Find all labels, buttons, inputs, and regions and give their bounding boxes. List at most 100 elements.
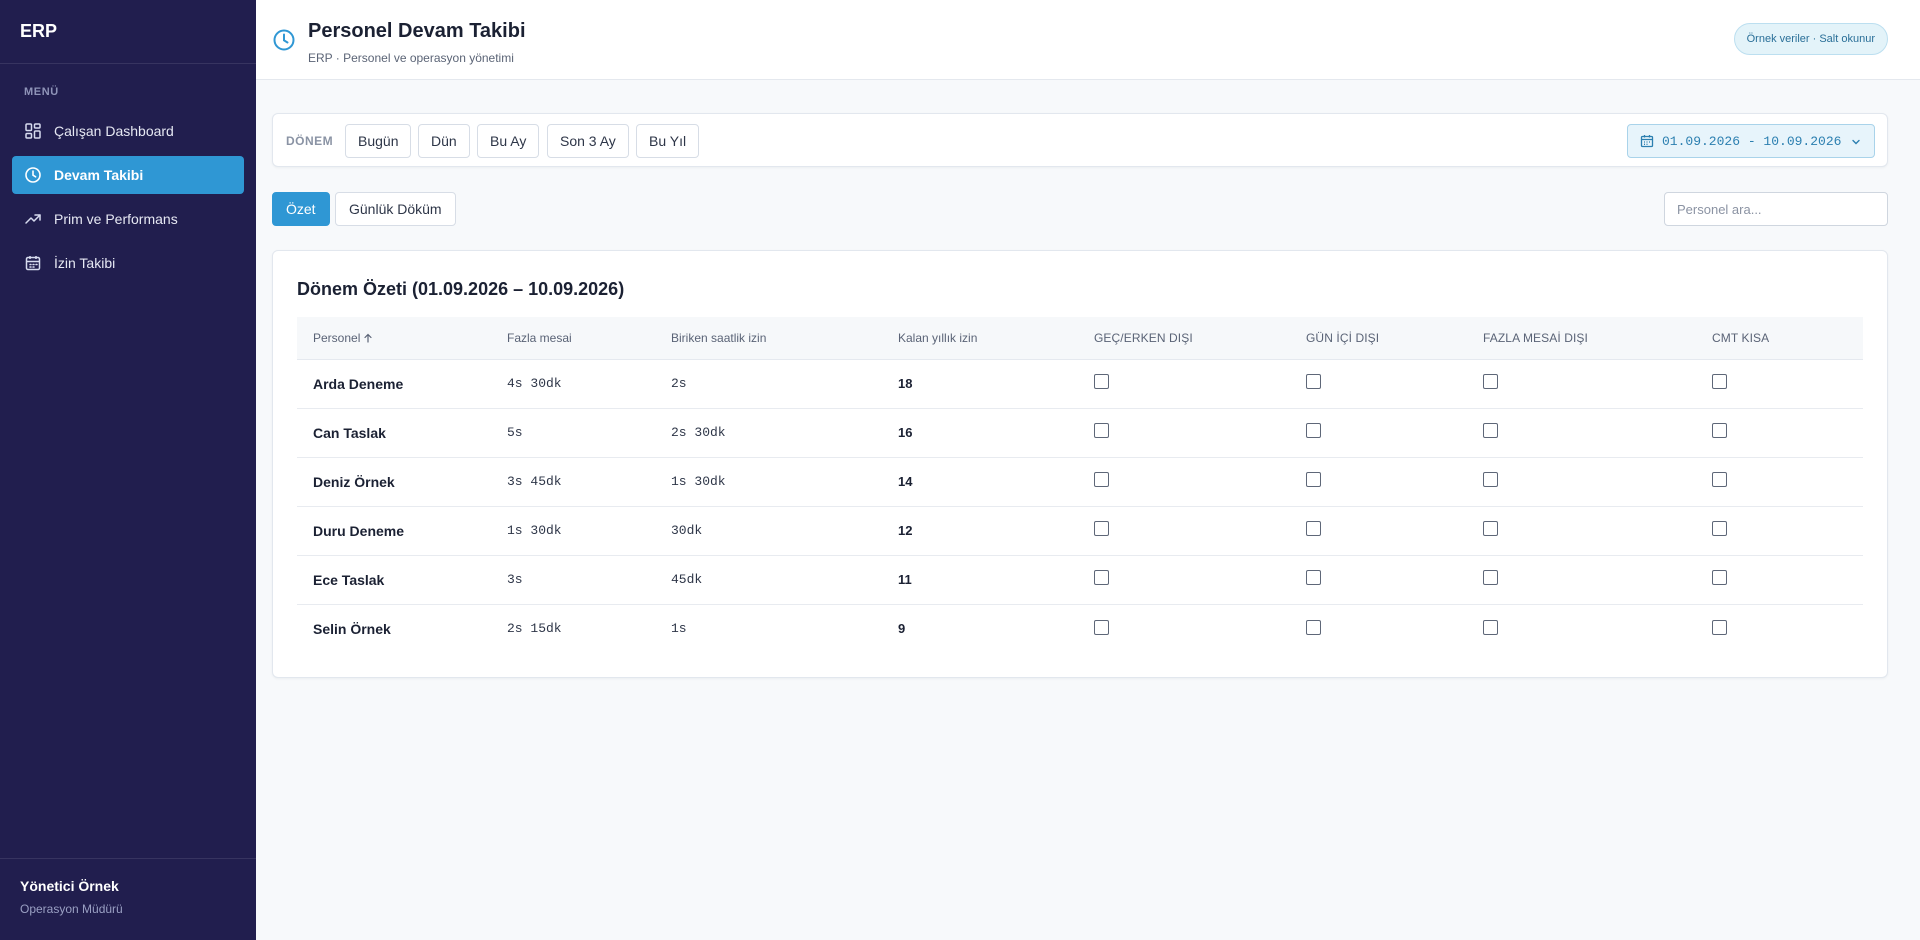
overtime-exempt-cell: [1483, 408, 1712, 458]
hourly-leave-value: 2s: [671, 359, 898, 409]
column-header-label: Personel: [313, 330, 361, 345]
sidebar-item-attendance[interactable]: Devam Takibi: [12, 156, 244, 194]
intraday-exempt-checkbox[interactable]: [1306, 374, 1321, 390]
period-button-last-3-months[interactable]: Son 3 Ay: [547, 124, 629, 158]
sidebar: ERP MENÜ Çalışan Dashboard Devam Takibi …: [0, 0, 256, 940]
read-only-badge: Örnek veriler · Salt okunur: [1733, 23, 1888, 55]
intraday-exempt-cell: [1306, 408, 1483, 458]
column-header-intraday-exempt[interactable]: GÜN İÇİ DIŞI: [1306, 317, 1483, 360]
hourly-leave-value: 1s 30dk: [671, 457, 898, 507]
overtime-exempt-checkbox[interactable]: [1483, 472, 1498, 488]
tab-summary[interactable]: Özet: [272, 192, 330, 226]
saturday-short-cell: [1712, 555, 1863, 605]
overtime-exempt-checkbox[interactable]: [1483, 374, 1498, 390]
sidebar-item-employee-dashboard[interactable]: Çalışan Dashboard: [12, 112, 244, 150]
late-early-exempt-checkbox[interactable]: [1094, 619, 1109, 635]
annual-leave-value: 11: [898, 555, 1094, 605]
annual-leave-value: 16: [898, 408, 1094, 458]
saturday-short-checkbox[interactable]: [1712, 570, 1727, 586]
annual-leave-value: 18: [898, 359, 1094, 409]
table-row: Arda Deneme 4s 30dk 2s 18: [297, 359, 1863, 409]
personnel-name: Can Taslak: [297, 408, 507, 458]
late-early-exempt-checkbox[interactable]: [1094, 374, 1109, 390]
overtime-exempt-checkbox[interactable]: [1483, 423, 1498, 439]
personnel-name: Duru Deneme: [297, 506, 507, 556]
period-button-today[interactable]: Bugün: [345, 124, 412, 158]
clock-icon: [272, 28, 296, 52]
column-header-late-early-exempt[interactable]: GEÇ/ERKEN DIŞI: [1094, 317, 1306, 360]
overtime-value: 3s 45dk: [507, 457, 671, 507]
overtime-exempt-cell: [1483, 457, 1712, 507]
overtime-value: 2s 15dk: [507, 621, 562, 637]
personnel-name: Selin Örnek: [313, 620, 391, 637]
late-early-exempt-cell: [1094, 408, 1306, 458]
overtime-exempt-checkbox[interactable]: [1483, 521, 1498, 537]
late-early-exempt-checkbox[interactable]: [1094, 570, 1109, 586]
overtime-exempt-cell: [1483, 555, 1712, 605]
period-button-this-year[interactable]: Bu Yıl: [636, 124, 700, 158]
tab-daily-breakdown[interactable]: Günlük Döküm: [335, 192, 456, 226]
saturday-short-checkbox[interactable]: [1712, 521, 1727, 537]
late-early-exempt-checkbox[interactable]: [1094, 472, 1109, 488]
period-label: DÖNEM: [286, 134, 334, 148]
period-summary-card: Dönem Özeti (01.09.2026 – 10.09.2026) Pe…: [272, 250, 1888, 678]
sidebar-item-bonus-performance[interactable]: Prim ve Performans: [12, 200, 244, 238]
period-filter-bar: DÖNEM Bugün Dün Bu Ay Son 3 Ay Bu Yıl 01…: [272, 113, 1888, 167]
saturday-short-checkbox[interactable]: [1712, 472, 1727, 488]
intraday-exempt-checkbox[interactable]: [1306, 423, 1321, 439]
intraday-exempt-checkbox[interactable]: [1306, 521, 1321, 537]
trending-up-icon: [24, 210, 42, 228]
late-early-exempt-cell: [1094, 359, 1306, 409]
intraday-exempt-checkbox[interactable]: [1306, 472, 1321, 488]
table-row: Ece Taslak 3s 45dk 11: [297, 555, 1863, 605]
saturday-short-checkbox[interactable]: [1712, 619, 1727, 635]
saturday-short-cell: [1712, 506, 1863, 556]
sidebar-item-label: Çalışan Dashboard: [54, 123, 174, 139]
late-early-exempt-checkbox[interactable]: [1094, 423, 1109, 439]
hourly-leave-value: 1s: [671, 621, 687, 637]
annual-leave-value: 14: [898, 457, 1094, 507]
sort-ascending-icon: [363, 332, 373, 343]
late-early-exempt-cell: [1094, 506, 1306, 556]
user-profile[interactable]: Yönetici Örnek Operasyon Müdürü: [0, 858, 256, 940]
chevron-down-icon: [1850, 136, 1862, 148]
intraday-exempt-checkbox[interactable]: [1306, 619, 1321, 635]
column-header-personnel[interactable]: Personel: [297, 317, 507, 360]
column-header-overtime[interactable]: Fazla mesai: [507, 317, 671, 360]
search-input[interactable]: [1664, 192, 1888, 226]
sidebar-item-leave-tracking[interactable]: İzin Takibi: [12, 244, 244, 282]
period-button-yesterday[interactable]: Dün: [418, 124, 470, 158]
column-header-overtime-exempt[interactable]: FAZLA MESAİ DIŞI: [1483, 317, 1712, 360]
late-early-exempt-checkbox[interactable]: [1094, 521, 1109, 537]
calendar-icon: [24, 254, 42, 272]
overtime-exempt-cell: [1483, 604, 1712, 653]
column-header-saturday-short[interactable]: CMT KISA: [1712, 317, 1863, 360]
brand-logo[interactable]: ERP: [0, 0, 256, 64]
intraday-exempt-checkbox[interactable]: [1306, 570, 1321, 586]
personnel-name: Ece Taslak: [297, 555, 507, 605]
overtime-exempt-checkbox[interactable]: [1483, 570, 1498, 586]
saturday-short-cell: [1712, 604, 1863, 653]
column-header-annual-leave[interactable]: Kalan yıllık izin: [898, 317, 1094, 360]
overtime-value: 1s 30dk: [507, 506, 671, 556]
intraday-exempt-cell: [1306, 604, 1483, 653]
card-title: Dönem Özeti (01.09.2026 – 10.09.2026): [297, 279, 625, 299]
annual-leave-value: 12: [898, 506, 1094, 556]
calendar-icon: [1640, 134, 1654, 148]
summary-table: Personel Fazla mesai Biriken saatlik izi…: [297, 317, 1863, 653]
page-header: Personel Devam Takibi ERP · Personel ve …: [256, 0, 1920, 80]
date-range-picker[interactable]: 01.09.2026 - 10.09.2026: [1627, 124, 1875, 158]
page-title: Personel Devam Takibi: [308, 20, 526, 42]
column-header-hourly-leave[interactable]: Biriken saatlik izin: [671, 317, 898, 360]
annual-leave-value: 9: [898, 621, 906, 637]
period-button-this-month[interactable]: Bu Ay: [477, 124, 540, 158]
saturday-short-checkbox[interactable]: [1712, 374, 1727, 390]
menu-section-label: MENÜ: [24, 86, 59, 98]
overtime-exempt-cell: [1483, 359, 1712, 409]
overtime-exempt-checkbox[interactable]: [1483, 619, 1498, 635]
intraday-exempt-cell: [1306, 457, 1483, 507]
overtime-value: 5s: [507, 408, 671, 458]
user-role: Operasyon Müdürü: [20, 902, 123, 916]
intraday-exempt-cell: [1306, 506, 1483, 556]
saturday-short-checkbox[interactable]: [1712, 423, 1727, 439]
